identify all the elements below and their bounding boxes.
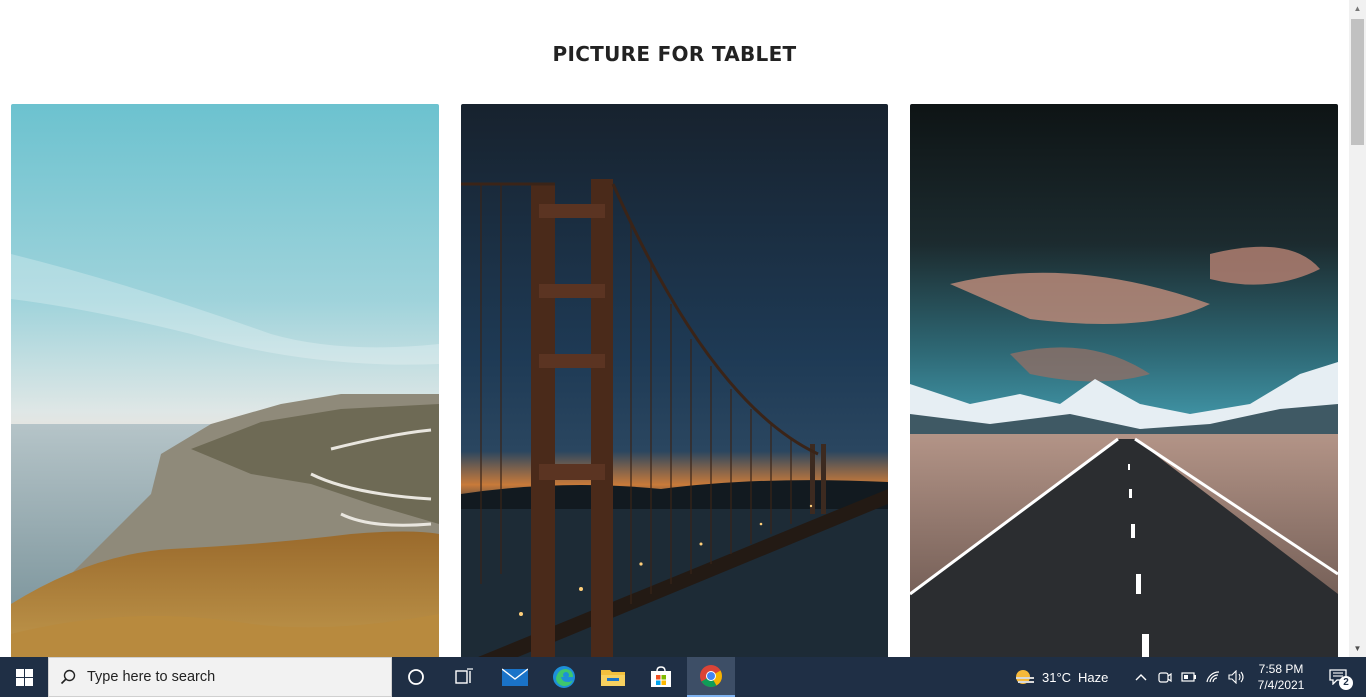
start-button[interactable] bbox=[0, 657, 48, 697]
clock-date: 7/4/2021 bbox=[1257, 678, 1305, 692]
chrome-icon bbox=[700, 665, 722, 687]
show-hidden-icons-button[interactable] bbox=[1129, 657, 1153, 697]
edge-app-button[interactable] bbox=[540, 657, 588, 697]
search-placeholder: Type here to search bbox=[87, 669, 216, 685]
task-view-icon bbox=[455, 668, 473, 684]
action-center-button[interactable]: 2 bbox=[1316, 657, 1360, 697]
meet-now-button[interactable] bbox=[1153, 657, 1177, 697]
magnifier-icon bbox=[49, 669, 87, 685]
chevron-up-icon bbox=[1135, 674, 1147, 681]
windows-logo-icon bbox=[15, 668, 33, 686]
meet-now-icon bbox=[1158, 672, 1172, 683]
weather-condition: Haze bbox=[1078, 669, 1109, 685]
photo-road-mountains bbox=[910, 104, 1338, 657]
store-icon bbox=[651, 666, 671, 687]
scroll-up-arrow-icon[interactable]: ▲ bbox=[1349, 0, 1366, 17]
page-title: PICTURE FOR TABLET bbox=[552, 42, 797, 66]
circle-icon bbox=[408, 669, 424, 685]
taskbar: Type here to search 31°C Haze 7:58 PM 7/… bbox=[0, 657, 1366, 697]
store-app-button[interactable] bbox=[637, 657, 685, 697]
edge-icon bbox=[553, 666, 575, 688]
mail-icon bbox=[502, 668, 528, 686]
network-status[interactable] bbox=[1201, 657, 1225, 697]
folder-icon bbox=[601, 670, 625, 686]
notification-count-badge: 2 bbox=[1339, 676, 1353, 690]
photo-coastal-cliffs bbox=[11, 104, 439, 657]
taskbar-clock[interactable]: 7:58 PM 7/4/2021 bbox=[1250, 657, 1312, 697]
file-explorer-app-button[interactable] bbox=[589, 657, 637, 697]
battery-status[interactable] bbox=[1177, 657, 1201, 697]
cortana-button[interactable] bbox=[394, 657, 438, 697]
weather-temperature: 31°C bbox=[1042, 669, 1072, 685]
photo-bridge-dusk bbox=[461, 104, 888, 657]
chrome-app-button[interactable] bbox=[687, 657, 735, 697]
wifi-icon bbox=[1206, 671, 1220, 683]
task-view-button[interactable] bbox=[442, 657, 486, 697]
taskbar-search-box[interactable]: Type here to search bbox=[48, 657, 392, 697]
speaker-icon bbox=[1228, 670, 1244, 684]
sun-haze-icon bbox=[1016, 670, 1034, 684]
web-page: PICTURE FOR TABLET bbox=[0, 0, 1349, 657]
scroll-down-arrow-icon[interactable]: ▼ bbox=[1349, 640, 1366, 657]
clock-time: 7:58 PM bbox=[1258, 662, 1304, 676]
battery-icon bbox=[1181, 672, 1196, 682]
mail-app-button[interactable] bbox=[491, 657, 539, 697]
scroll-thumb[interactable] bbox=[1351, 19, 1364, 145]
vertical-scrollbar[interactable]: ▲ ▼ bbox=[1349, 0, 1366, 657]
volume-control[interactable] bbox=[1225, 657, 1249, 697]
weather-widget[interactable]: 31°C Haze bbox=[1013, 657, 1125, 697]
